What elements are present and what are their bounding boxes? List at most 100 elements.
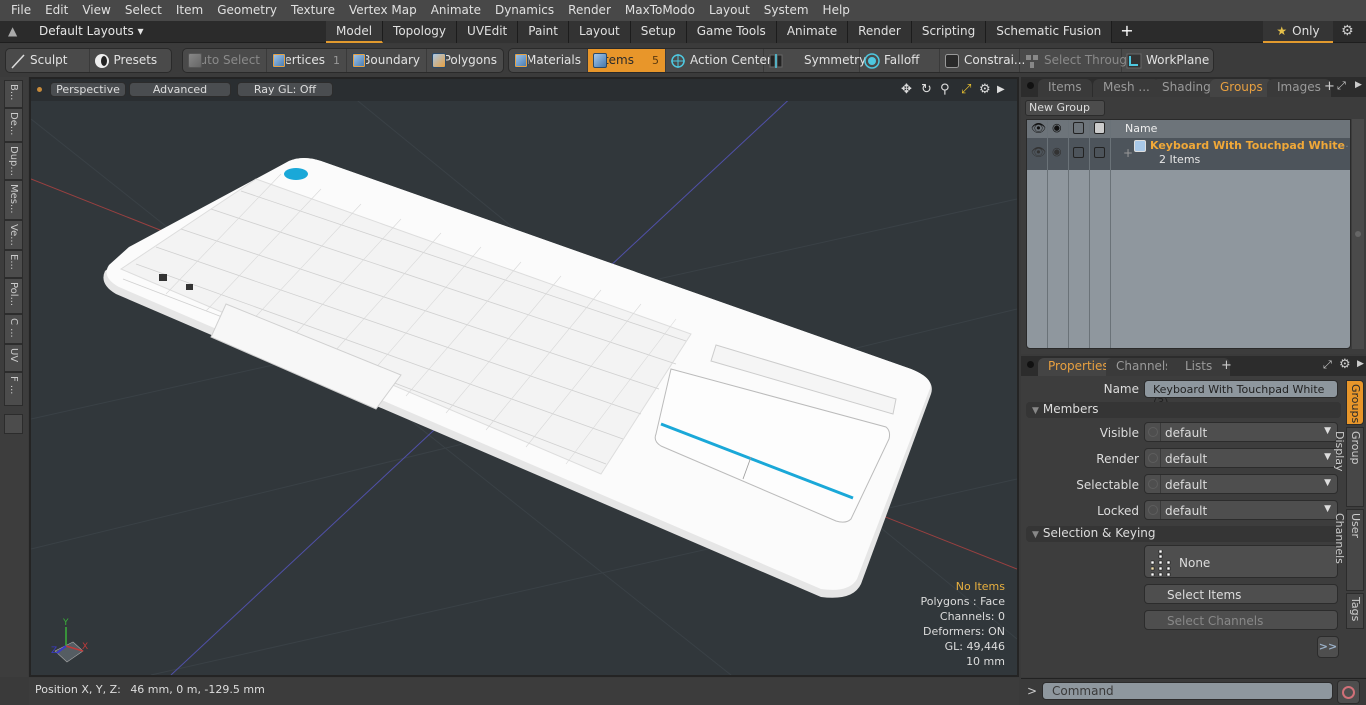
boundary-button[interactable]: Boundary [347, 49, 427, 72]
left-tab-duplicate[interactable]: Dup... [4, 142, 23, 180]
menu-edit[interactable]: Edit [38, 0, 75, 21]
3d-viewport[interactable]: Y X Z Perspective Advanced Ray GL: Off ✥… [29, 77, 1019, 677]
group-row[interactable]: 👁 ◉ + Keyboard With Touchpad White ... 2… [1027, 138, 1350, 170]
left-tab-vertex[interactable]: Ve... [4, 220, 23, 250]
row-visibility-icon[interactable]: 👁 [1031, 145, 1046, 159]
tab-setup[interactable]: Setup [630, 21, 687, 43]
tab-model[interactable]: Model [326, 21, 384, 43]
none-selector-button[interactable]: None [1144, 545, 1338, 578]
viewport-more-icon[interactable]: ▶ [997, 84, 1005, 95]
raygl-button[interactable]: Ray GL: Off [237, 82, 333, 97]
rotate-icon[interactable]: ↻ [921, 82, 932, 97]
default-layouts-dropdown[interactable]: Default Layouts ▾ [39, 24, 144, 38]
panel-dot-icon[interactable] [1027, 82, 1034, 89]
perspective-button[interactable]: Perspective [50, 82, 126, 97]
selection-keying-section[interactable]: ▼ Selection & Keying [1026, 526, 1341, 542]
workplane-button[interactable]: WorkPlane [1122, 49, 1210, 72]
tab-groups[interactable]: Groups [1210, 79, 1273, 97]
expand-row-button[interactable]: + [1123, 146, 1133, 160]
tab-scripting[interactable]: Scripting [911, 21, 987, 43]
row-render-icon[interactable]: ◉ [1052, 145, 1062, 158]
panel-more-icon[interactable]: ▶ [1357, 359, 1364, 369]
left-tab-edge[interactable]: E... [4, 250, 23, 278]
only-button[interactable]: ★ Only [1263, 21, 1333, 43]
pan-icon[interactable]: ✥ [901, 82, 912, 97]
locked-dropdown[interactable]: default ▼ [1144, 500, 1338, 520]
side-tab-tags[interactable]: Tags [1346, 593, 1364, 629]
selectable-cube-icon[interactable] [1073, 122, 1084, 134]
command-input[interactable]: Command [1042, 682, 1333, 700]
constraints-button[interactable]: Constrai... [940, 49, 1025, 72]
menu-dynamics[interactable]: Dynamics [488, 0, 561, 21]
visibility-eye-icon[interactable]: 👁 [1031, 121, 1046, 135]
menu-select[interactable]: Select [118, 0, 169, 21]
side-tab-group-display[interactable]: Group Display [1333, 427, 1364, 507]
members-section[interactable]: ▼ Members [1026, 402, 1341, 418]
group-name[interactable]: Keyboard With Touchpad White [1150, 139, 1345, 152]
sculpt-button[interactable]: Sculpt [6, 49, 90, 72]
tab-topology[interactable]: Topology [383, 21, 458, 43]
menu-texture[interactable]: Texture [284, 0, 342, 21]
falloff-button[interactable]: Falloff [860, 49, 940, 72]
expand-icon[interactable]: ⤢ [1337, 79, 1346, 93]
tab-game-tools[interactable]: Game Tools [686, 21, 777, 43]
render-camera-icon[interactable]: ◉ [1052, 121, 1062, 134]
items-button[interactable]: Items 5 [588, 49, 666, 72]
select-channels-button[interactable]: Select Channels [1144, 610, 1338, 630]
menu-view[interactable]: View [75, 0, 117, 21]
symmetry-button[interactable]: Symmetry [764, 49, 866, 72]
left-tab-uv[interactable]: UV [4, 344, 23, 372]
left-tab-fusion[interactable]: F ... [4, 372, 23, 406]
expand-icon[interactable]: ⤢ [1323, 358, 1332, 372]
left-tab-curve[interactable]: C ... [4, 314, 23, 344]
row-selectable-checkbox[interactable] [1073, 147, 1084, 158]
menu-render[interactable]: Render [561, 0, 618, 21]
advanced-button[interactable]: Advanced [129, 82, 231, 97]
selectable-dropdown[interactable]: default ▼ [1144, 474, 1338, 494]
scroll-handle[interactable] [1355, 231, 1361, 237]
panel-dot-icon[interactable] [1027, 361, 1034, 368]
menu-layout[interactable]: Layout [702, 0, 757, 21]
row-lock-checkbox[interactable] [1094, 147, 1105, 158]
add-panel-tab-button[interactable]: + [1324, 79, 1335, 94]
tab-paint[interactable]: Paint [518, 21, 569, 43]
select-items-button[interactable]: Select Items [1144, 584, 1338, 604]
panel-more-icon[interactable]: ▶ [1355, 80, 1362, 90]
tab-images[interactable]: Images [1267, 79, 1331, 97]
group-more[interactable]: ... [1339, 139, 1349, 150]
viewport-dot-icon[interactable] [37, 87, 42, 92]
collapse-arrow-icon[interactable]: ▲ [8, 24, 17, 38]
tab-animate[interactable]: Animate [776, 21, 849, 43]
side-tab-user-channels[interactable]: User Channels [1333, 509, 1364, 591]
more-button[interactable]: >> [1317, 636, 1339, 658]
menu-help[interactable]: Help [816, 0, 857, 21]
menu-animate[interactable]: Animate [424, 0, 488, 21]
tab-mesh[interactable]: Mesh ... [1093, 79, 1160, 97]
tab-schematic-fusion[interactable]: Schematic Fusion [986, 21, 1113, 43]
record-macro-button[interactable] [1337, 680, 1360, 704]
tab-items[interactable]: Items [1038, 79, 1092, 97]
menu-item[interactable]: Item [169, 0, 210, 21]
polygons-button[interactable]: Polygons [427, 49, 503, 72]
menu-maxtomodo[interactable]: MaxToModo [618, 0, 702, 21]
auto-select-button[interactable]: Auto Select [183, 49, 267, 72]
tab-uvedit[interactable]: UVEdit [457, 21, 519, 43]
left-tab-deform[interactable]: De... [4, 108, 23, 142]
left-tab-b[interactable]: B... [4, 80, 23, 108]
vertices-button[interactable]: Vertices 1 [267, 49, 347, 72]
visible-dropdown[interactable]: default ▼ [1144, 422, 1338, 442]
menu-system[interactable]: System [757, 0, 816, 21]
zoom-icon[interactable]: ⚲ [940, 82, 950, 97]
gear-icon[interactable]: ⚙ [1341, 23, 1354, 39]
viewport-gear-icon[interactable]: ⚙ [979, 82, 991, 97]
add-properties-tab-button[interactable]: + [1221, 358, 1232, 373]
left-tab-polygon[interactable]: Pol... [4, 278, 23, 314]
presets-button[interactable]: Presets [90, 49, 172, 72]
new-group-button[interactable]: New Group [1025, 100, 1105, 116]
add-tab-button[interactable]: + [1112, 21, 1141, 43]
lock-cube-icon[interactable] [1094, 122, 1105, 134]
tab-render[interactable]: Render [848, 21, 912, 43]
menu-vertex-map[interactable]: Vertex Map [342, 0, 424, 21]
properties-gear-icon[interactable]: ⚙ [1339, 357, 1351, 372]
tab-layout[interactable]: Layout [568, 21, 631, 43]
